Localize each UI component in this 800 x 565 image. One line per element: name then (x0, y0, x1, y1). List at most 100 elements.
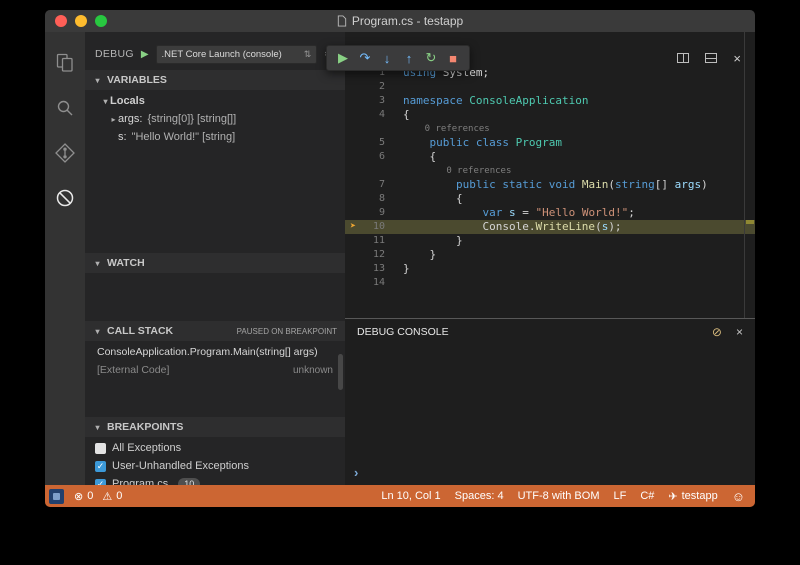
breakpoint-checkbox[interactable]: ✓ (95, 478, 106, 485)
workspace-label: testapp (681, 490, 718, 502)
indentation-setting[interactable]: Spaces: 4 (455, 490, 504, 502)
variable-name: s: (118, 131, 127, 143)
eol-setting[interactable]: LF (614, 490, 627, 502)
breakpoints-section-header[interactable]: ▾ BREAKPOINTS (85, 417, 345, 437)
minimize-window-button[interactable] (75, 15, 87, 27)
continue-button[interactable]: ▶ (332, 47, 354, 69)
close-editor-icon[interactable]: × (733, 52, 741, 65)
token: class (475, 136, 509, 149)
variables-section-header[interactable]: ▾ VARIABLES (85, 70, 345, 90)
zoom-window-button[interactable] (95, 15, 107, 27)
code-line: 6 { (345, 150, 755, 164)
cursor-position[interactable]: Ln 10, Col 1 (381, 490, 440, 502)
toggle-layout-icon[interactable] (705, 50, 718, 68)
glyph-margin[interactable] (345, 262, 361, 276)
callstack-section-header[interactable]: ▾ CALL STACK PAUSED ON BREAKPOINT (85, 321, 345, 341)
overview-ruler-marker (746, 220, 754, 224)
search-icon[interactable] (45, 85, 85, 130)
scope-locals[interactable]: ▾ Locals (85, 92, 345, 110)
glyph-margin[interactable] (345, 150, 361, 164)
code-text: } (385, 262, 410, 276)
code-text: public static void Main(string[] args) (385, 178, 708, 192)
encoding-setting[interactable]: UTF-8 with BOM (518, 490, 600, 502)
glyph-margin[interactable] (345, 178, 361, 192)
line-number: 6 (378, 151, 385, 162)
close-window-button[interactable] (55, 15, 67, 27)
close-panel-icon[interactable]: × (736, 325, 743, 339)
console-prompt-icon[interactable]: › (354, 465, 358, 480)
stop-button[interactable]: ■ (442, 47, 464, 69)
codelens-label[interactable]: 0 references (385, 122, 490, 136)
error-value: 0 (87, 490, 94, 502)
token: ; (628, 206, 635, 219)
code-line: 14 (345, 276, 755, 290)
titlebar[interactable]: Program.cs - testapp (45, 10, 755, 32)
glyph-margin[interactable] (345, 248, 361, 262)
stack-frame-row[interactable]: ConsoleApplication.Program.Main(string[]… (85, 343, 345, 361)
frame-meta: unknown (292, 364, 333, 376)
scrollbar-track[interactable] (744, 32, 745, 318)
error-icon: ⊗ (74, 490, 84, 503)
restart-button[interactable]: ↻ (420, 47, 442, 69)
breakpoint-line-badge: 10 (178, 478, 201, 485)
token: Console. (403, 220, 536, 233)
glyph-margin[interactable] (345, 192, 361, 206)
breakpoint-row[interactable]: All Exceptions (85, 439, 345, 457)
code-text: } (385, 248, 436, 262)
line-number: 9 (378, 207, 385, 218)
start-debug-button[interactable]: ▶ (141, 49, 149, 60)
variable-row[interactable]: s: "Hello World!" [string] (85, 128, 345, 146)
variable-row[interactable]: ▸ args: {string[0]} [string[]] (85, 110, 345, 128)
chevron-down-icon: ▾ (95, 422, 100, 432)
breakpoint-row[interactable]: ✓ User-Unhandled Exceptions (85, 457, 345, 475)
split-editor-icon[interactable] (677, 50, 690, 68)
token: static (502, 178, 543, 191)
token: public (429, 136, 470, 149)
code-editor[interactable]: 1 using System; 2 3 namespace ConsoleApplica… (345, 32, 755, 318)
breakpoint-label: Program.cs (112, 478, 169, 485)
glyph-margin[interactable] (345, 108, 361, 122)
explorer-icon[interactable] (45, 40, 85, 85)
debug-icon[interactable] (45, 175, 85, 220)
console-output[interactable] (345, 345, 755, 465)
warning-count[interactable]: ⚠ 0 (102, 490, 122, 503)
feedback-smiley-icon[interactable]: ☺ (732, 489, 745, 504)
glyph-margin[interactable] (345, 122, 361, 136)
glyph-margin[interactable] (345, 276, 361, 290)
breakpoint-checkbox[interactable] (95, 442, 106, 454)
code-line: 5 public class Program (345, 136, 755, 150)
glyph-margin[interactable] (345, 80, 361, 94)
step-out-button[interactable]: ↑ (398, 47, 420, 69)
stack-frame-row[interactable]: [External Code] unknown (85, 361, 345, 379)
status-left-icon[interactable] (49, 488, 64, 504)
step-over-button[interactable]: ↷ (354, 47, 376, 69)
source-control-icon[interactable] (45, 130, 85, 175)
chevron-down-icon: ▾ (103, 96, 108, 106)
glyph-margin[interactable] (345, 206, 361, 220)
step-into-button[interactable]: ↓ (376, 47, 398, 69)
breakpoint-checkbox[interactable]: ✓ (95, 460, 106, 472)
clear-console-icon[interactable]: ⊘ (712, 325, 722, 339)
main-area: DEBUG ▶ .NET Core Launch (console) ⇅ ⚙ ▾… (45, 32, 755, 485)
watch-section-header[interactable]: ▾ WATCH (85, 253, 345, 273)
editor-actions: × (677, 50, 741, 68)
breakpoint-row[interactable]: ✓ Program.cs 10 (85, 475, 345, 485)
glyph-margin[interactable] (345, 94, 361, 108)
launch-config-dropdown[interactable]: .NET Core Launch (console) ⇅ (155, 44, 318, 64)
language-mode[interactable]: C# (640, 490, 654, 502)
status-item-testapp[interactable]: ✈ testapp (668, 490, 717, 503)
error-count[interactable]: ⊗ 0 (74, 490, 93, 503)
sidebar-scrollbar[interactable] (338, 354, 343, 390)
glyph-margin[interactable] (345, 164, 361, 178)
warning-icon: ⚠ (102, 490, 113, 503)
glyph-margin[interactable] (345, 234, 361, 248)
chevron-down-icon: ▾ (95, 258, 100, 268)
sidebar-title: DEBUG (95, 48, 134, 60)
codelens-label[interactable]: 0 references (385, 164, 511, 178)
token: Program (515, 136, 562, 149)
code-text: { (385, 108, 410, 122)
code-text: namespace ConsoleApplication (385, 94, 588, 108)
token: = (515, 206, 536, 219)
paused-status-badge: PAUSED ON BREAKPOINT (236, 326, 337, 336)
glyph-margin[interactable] (345, 136, 361, 150)
